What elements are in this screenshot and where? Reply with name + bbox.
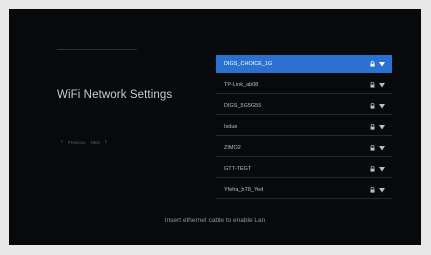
chevron-right-icon: › — [104, 139, 107, 145]
network-ssid: ZIMO2 — [224, 144, 241, 151]
next-label[interactable]: Next — [91, 140, 100, 145]
network-row[interactable]: Isdue — [216, 118, 392, 136]
network-ssid: DIGS_5G5G55 — [224, 102, 262, 109]
network-row[interactable]: Yfeha_bT8_Yed — [216, 181, 392, 199]
ethernet-hint: Insert ethernet cable to enable Lan — [164, 217, 266, 224]
lock-icon — [370, 123, 375, 130]
network-ssid: DIGS_CHOICE_1G — [224, 60, 273, 67]
lock-icon — [370, 144, 375, 151]
wifi-signal-icon — [379, 124, 385, 130]
lock-icon — [370, 81, 375, 88]
lock-icon — [370, 186, 375, 193]
network-ssid: GTT-TEGT — [224, 165, 252, 172]
wifi-signal-icon — [379, 187, 385, 193]
wifi-network-list: DIGS_CHOICE_1G TP-Link_ab08 DIGS_5G5G55 … — [216, 55, 392, 202]
page-title: WiFi Network Settings — [57, 89, 173, 101]
wifi-signal-icon — [379, 145, 385, 151]
lock-icon — [370, 165, 375, 172]
lock-icon — [370, 102, 375, 109]
network-ssid: TP-Link_ab08 — [224, 81, 259, 88]
network-ssid: Isdue — [224, 123, 238, 130]
divider — [57, 49, 137, 50]
network-row[interactable]: ZIMO2 — [216, 139, 392, 157]
settings-screen: WiFi Network Settings ‹ Previous Next › … — [9, 9, 421, 245]
lock-icon — [370, 60, 375, 67]
network-row[interactable]: TP-Link_ab08 — [216, 76, 392, 94]
chevron-left-icon: ‹ — [61, 139, 63, 145]
navigation-hint: ‹ Previous Next › — [61, 139, 107, 145]
wifi-signal-icon — [379, 61, 385, 67]
wifi-signal-icon — [379, 166, 385, 172]
network-row[interactable]: DIGS_5G5G55 — [216, 97, 392, 115]
network-row[interactable]: GTT-TEGT — [216, 160, 392, 178]
wifi-signal-icon — [379, 82, 385, 88]
network-ssid: Yfeha_bT8_Yed — [224, 186, 264, 193]
previous-label[interactable]: Previous — [68, 140, 86, 145]
network-row[interactable]: DIGS_CHOICE_1G — [216, 55, 392, 73]
wifi-signal-icon — [379, 103, 385, 109]
